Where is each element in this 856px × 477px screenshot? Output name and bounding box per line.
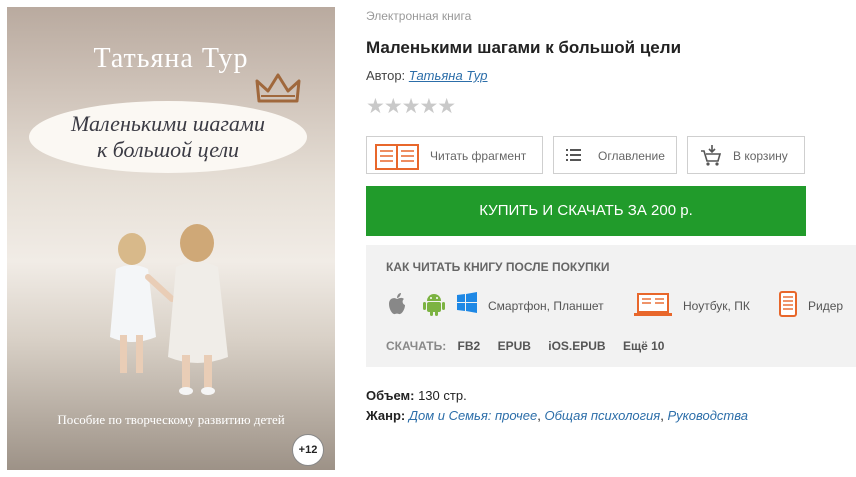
volume-value: 130 стр. <box>418 388 467 403</box>
format-link[interactable]: iOS.EPUB <box>548 339 605 353</box>
how-to-read-panel: КАК ЧИТАТЬ КНИГУ ПОСЛЕ ПОКУПКИ Смартфон,… <box>366 245 856 367</box>
volume-line: Объем: 130 стр. <box>366 388 467 403</box>
crown-icon <box>255 73 301 103</box>
genre-link[interactable]: Руководства <box>667 408 748 423</box>
genre-line: Жанр: Дом и Семья: прочее, Общая психоло… <box>366 408 748 423</box>
more-formats-link[interactable]: Ещё 10 <box>623 339 664 353</box>
author-label: Автор: <box>366 68 406 83</box>
rating-stars[interactable]: ★★★★★ <box>366 94 456 119</box>
laptop-icon[interactable] <box>634 293 672 317</box>
add-to-cart-button[interactable]: В корзину <box>687 136 805 174</box>
author-link[interactable]: Татьяна Тур <box>409 68 488 83</box>
contents-label: Оглавление <box>598 149 665 163</box>
laptop-pc-label: Ноутбук, ПК <box>683 299 750 313</box>
volume-label: Объем: <box>366 388 415 403</box>
buy-and-download-button[interactable]: КУПИТЬ И СКАЧАТЬ ЗА 200 р. <box>366 186 806 236</box>
age-badge: +12 <box>292 434 324 466</box>
reader-label: Ридер <box>808 299 844 313</box>
e-reader-icon[interactable] <box>779 291 797 317</box>
cart-icon <box>701 145 722 166</box>
how-to-read-title: КАК ЧИТАТЬ КНИГУ ПОСЛЕ ПОКУПКИ <box>386 260 610 274</box>
cover-title: Маленькими шагами к большой цели <box>29 111 307 163</box>
smartphone-tablet-label: Смартфон, Планшет <box>488 299 604 313</box>
windows-icon[interactable] <box>457 292 477 314</box>
book-title: Маленькими шагами к большой цели <box>366 38 682 57</box>
format-link[interactable]: EPUB <box>498 339 531 353</box>
genre-link[interactable]: Дом и Семья: прочее <box>409 408 537 423</box>
download-label: СКАЧАТЬ: <box>386 339 447 353</box>
apple-icon[interactable] <box>386 292 408 316</box>
format-link[interactable]: FB2 <box>458 339 481 353</box>
cover-title-line1: Маленькими шагами <box>71 111 265 136</box>
author-line: Автор: Татьяна Тур <box>366 68 488 83</box>
download-formats: СКАЧАТЬ: FB2 EPUB iOS.EPUB Ещё 10 <box>386 339 678 353</box>
add-to-cart-label: В корзину <box>733 149 788 163</box>
children-illustration <box>110 224 228 395</box>
read-fragment-label: Читать фрагмент <box>430 149 527 163</box>
book-cover[interactable]: Татьяна Тур Маленькими шагами к большой … <box>7 7 335 470</box>
open-book-icon <box>375 144 419 170</box>
book-type-label: Электронная книга <box>366 9 472 23</box>
genre-link[interactable]: Общая психология <box>544 408 660 423</box>
genre-label: Жанр: <box>366 408 406 423</box>
cover-author: Татьяна Тур <box>93 43 249 74</box>
cover-subtitle: Пособие по творческому развитию детей <box>57 412 285 427</box>
android-icon[interactable] <box>423 292 445 316</box>
cover-title-line2: к большой цели <box>96 137 240 162</box>
read-fragment-button[interactable]: Читать фрагмент <box>366 136 543 174</box>
contents-button[interactable]: Оглавление <box>553 136 677 174</box>
list-icon <box>566 149 581 161</box>
